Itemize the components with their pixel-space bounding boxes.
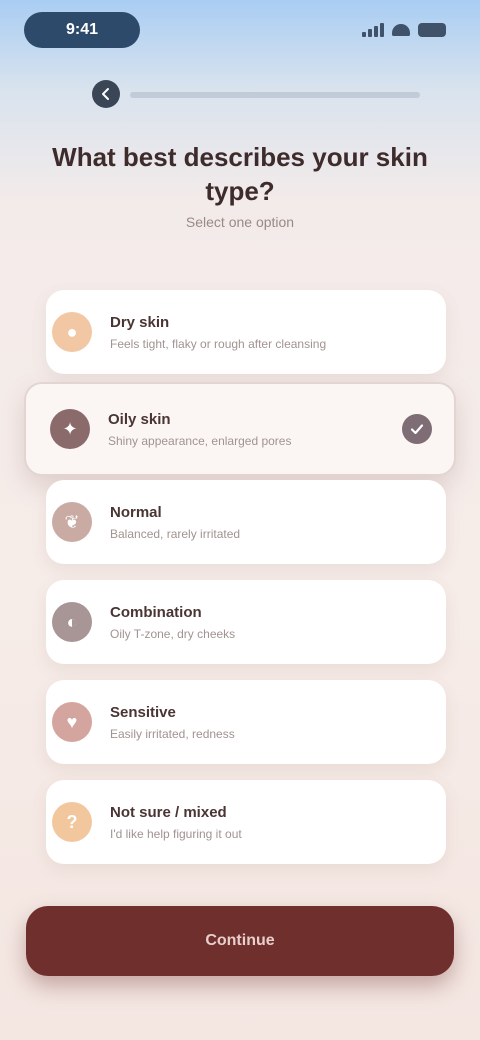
signal-icon	[362, 23, 384, 37]
option-description: Shiny appearance, enlarged pores	[108, 433, 292, 448]
page-subtitle: Select one option	[185, 214, 295, 230]
page-title: What best describes your skin type?	[52, 142, 428, 206]
option-description: Oily T-zone, dry cheeks	[110, 626, 236, 641]
sparkle-icon: ✦	[50, 409, 90, 449]
option-description: Balanced, rarely irritated	[110, 526, 241, 541]
half-circle-icon: ◐	[52, 602, 92, 642]
heart-icon: ♥	[52, 702, 92, 742]
option-oily[interactable]: ✦ Oily skin Shiny appearance, enlarged p…	[24, 382, 456, 476]
option-title: Combination	[110, 603, 202, 621]
status-bar: 9:41	[0, 0, 480, 60]
option-dry[interactable]: ● Dry skin Feels tight, flaky or rough a…	[46, 290, 446, 374]
question-icon: ?	[52, 802, 92, 842]
option-description: I'd like help figuring it out	[110, 826, 242, 841]
back-arrow-icon[interactable]	[92, 80, 120, 108]
option-description: Feels tight, flaky or rough after cleans…	[110, 336, 327, 351]
status-icons	[362, 20, 446, 40]
option-description: Easily irritated, redness	[110, 726, 235, 741]
nav-row	[0, 76, 480, 112]
progress-bar	[130, 92, 420, 98]
option-title: Dry skin	[110, 313, 170, 331]
option-title: Sensitive	[110, 703, 176, 721]
continue-button[interactable]: Continue	[26, 906, 454, 976]
option-title: Normal	[110, 503, 162, 521]
option-normal[interactable]: ❦ Normal Balanced, rarely irritated	[46, 480, 446, 564]
option-combination[interactable]: ◐ Combination Oily T-zone, dry cheeks	[46, 580, 446, 664]
check-icon	[402, 414, 432, 444]
option-title: Oily skin	[108, 410, 171, 428]
option-title: Not sure / mixed	[110, 803, 227, 821]
droplet-icon: ●	[52, 312, 92, 352]
option-not-sure[interactable]: ? Not sure / mixed I'd like help figurin…	[46, 780, 446, 864]
leaf-icon: ❦	[52, 502, 92, 542]
option-sensitive[interactable]: ♥ Sensitive Easily irritated, redness	[46, 680, 446, 764]
wifi-icon	[392, 24, 410, 36]
battery-icon	[418, 23, 446, 37]
status-time: 9:41	[24, 12, 140, 48]
